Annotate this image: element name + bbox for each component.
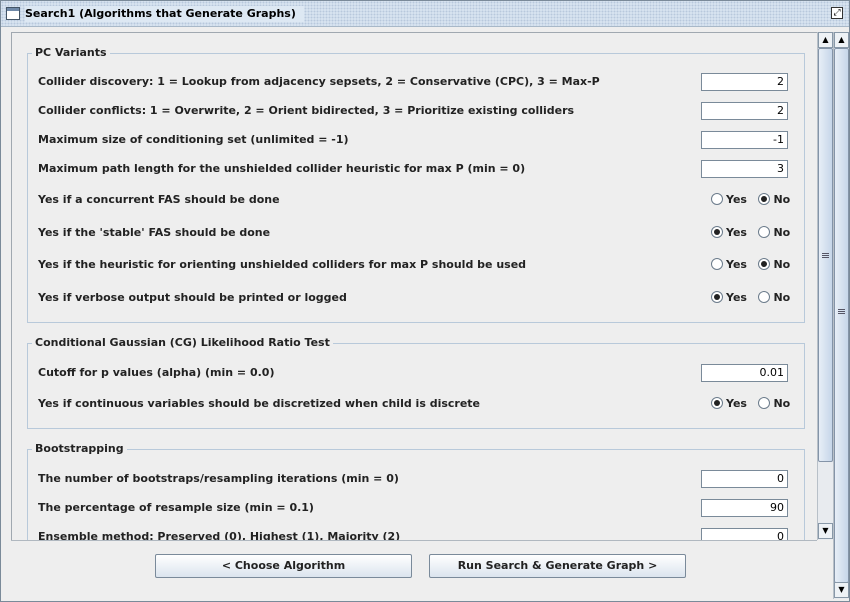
scroll-grip-icon [822, 253, 829, 258]
verbose-output-label: Yes if verbose output should be printed … [38, 291, 347, 304]
bootstrap-count-field[interactable]: 0 [701, 470, 788, 488]
collider-discovery-label: Collider discovery: 1 = Lookup from adja… [38, 75, 600, 88]
window-scrollbar[interactable]: ▲ ▼ [833, 32, 849, 599]
choose-algorithm-button[interactable]: < Choose Algorithm [155, 554, 412, 578]
collider-conflicts-label: Collider conflicts: 1 = Overwrite, 2 = O… [38, 104, 575, 117]
radio-label-yes[interactable]: Yes [726, 397, 747, 410]
discretize-no-radio[interactable] [758, 397, 771, 409]
max-conditioning-set-label: Maximum size of conditioning set (unlimi… [38, 133, 349, 146]
scroll-grip-icon [838, 309, 845, 314]
radio-label-yes[interactable]: Yes [726, 291, 747, 304]
alpha-cutoff-field[interactable]: 0.01 [701, 364, 788, 382]
max-p-heuristic-label: Yes if the heuristic for orienting unshi… [38, 258, 527, 271]
collider-discovery-field[interactable]: 2 [701, 73, 788, 91]
max-p-heuristic-yes-radio[interactable] [711, 258, 723, 270]
content-scrollbar[interactable]: ▲ ▼ [817, 32, 833, 540]
discretize-label: Yes if continuous variables should be di… [38, 397, 481, 410]
radio-label-no[interactable]: No [773, 258, 790, 271]
stable-fas-label: Yes if the 'stable' FAS should be done [38, 226, 271, 239]
radio-label-yes[interactable]: Yes [726, 193, 747, 206]
verbose-output-radio-group: Yes No [711, 290, 798, 306]
maximize-icon[interactable]: ⤢ [831, 7, 843, 19]
max-p-heuristic-radio-group: Yes No [711, 257, 798, 273]
verbose-output-yes-radio[interactable] [711, 291, 723, 303]
app-window: Search1 (Algorithms that Generate Graphs… [0, 0, 850, 602]
discretize-radio-group: Yes No [711, 396, 798, 412]
concurrent-fas-no-radio[interactable] [758, 193, 771, 205]
stable-fas-yes-radio[interactable] [711, 226, 723, 238]
verbose-output-no-radio[interactable] [758, 291, 771, 303]
stable-fas-radio-group: Yes No [711, 225, 798, 241]
collider-conflicts-field[interactable]: 2 [701, 102, 788, 120]
scroll-up-arrow-icon[interactable]: ▲ [818, 32, 833, 48]
pc-variants-section: PC Variants [27, 45, 805, 323]
stable-fas-no-radio[interactable] [758, 226, 771, 238]
window-scrollbar-thumb[interactable] [834, 48, 849, 583]
radio-label-no[interactable]: No [773, 193, 790, 206]
scroll-down-arrow-icon[interactable]: ▼ [818, 523, 833, 539]
max-conditioning-set-field[interactable]: -1 [701, 131, 788, 149]
run-search-button[interactable]: Run Search & Generate Graph > [429, 554, 686, 578]
content-scrollbar-thumb[interactable] [818, 48, 833, 462]
radio-label-no[interactable]: No [773, 397, 790, 410]
radio-label-yes[interactable]: Yes [726, 226, 747, 239]
radio-label-yes[interactable]: Yes [726, 258, 747, 271]
resample-size-label: The percentage of resample size (min = 0… [38, 501, 314, 514]
ensemble-method-label: Ensemble method: Preserved (0), Highest … [38, 530, 401, 540]
radio-label-no[interactable]: No [773, 291, 790, 304]
concurrent-fas-label: Yes if a concurrent FAS should be done [38, 193, 280, 206]
window-title: Search1 (Algorithms that Generate Graphs… [25, 6, 304, 22]
button-panel: < Choose Algorithm Run Search & Generate… [11, 540, 817, 598]
ensemble-method-field[interactable]: 0 [701, 528, 788, 540]
max-p-heuristic-no-radio[interactable] [758, 258, 771, 270]
resample-size-field[interactable]: 90 [701, 499, 788, 517]
radio-label-no[interactable]: No [773, 226, 790, 239]
max-path-length-label: Maximum path length for the unshielded c… [38, 162, 526, 175]
bootstrap-count-label: The number of bootstraps/resampling iter… [38, 472, 399, 485]
window-icon [6, 7, 20, 20]
parameters-scroll-pane: PC Variants Collider discovery: 1 = Look… [11, 32, 817, 540]
bootstrapping-section: Bootstrapping [27, 441, 805, 540]
cg-lrt-section: Conditional Gaussian (CG) Likelihood Rat… [27, 335, 805, 429]
section-title-pc-variants: PC Variants [32, 45, 110, 61]
section-title-cg-lrt: Conditional Gaussian (CG) Likelihood Rat… [32, 335, 333, 351]
scroll-up-arrow-icon[interactable]: ▲ [834, 32, 849, 48]
discretize-yes-radio[interactable] [711, 397, 723, 409]
scroll-down-arrow-icon[interactable]: ▼ [834, 582, 849, 598]
concurrent-fas-yes-radio[interactable] [711, 193, 723, 205]
title-bar[interactable]: Search1 (Algorithms that Generate Graphs… [1, 1, 849, 27]
alpha-cutoff-label: Cutoff for p values (alpha) (min = 0.0) [38, 366, 275, 379]
concurrent-fas-radio-group: Yes No [711, 192, 798, 208]
section-title-bootstrapping: Bootstrapping [32, 441, 127, 457]
max-path-length-field[interactable]: 3 [701, 160, 788, 178]
